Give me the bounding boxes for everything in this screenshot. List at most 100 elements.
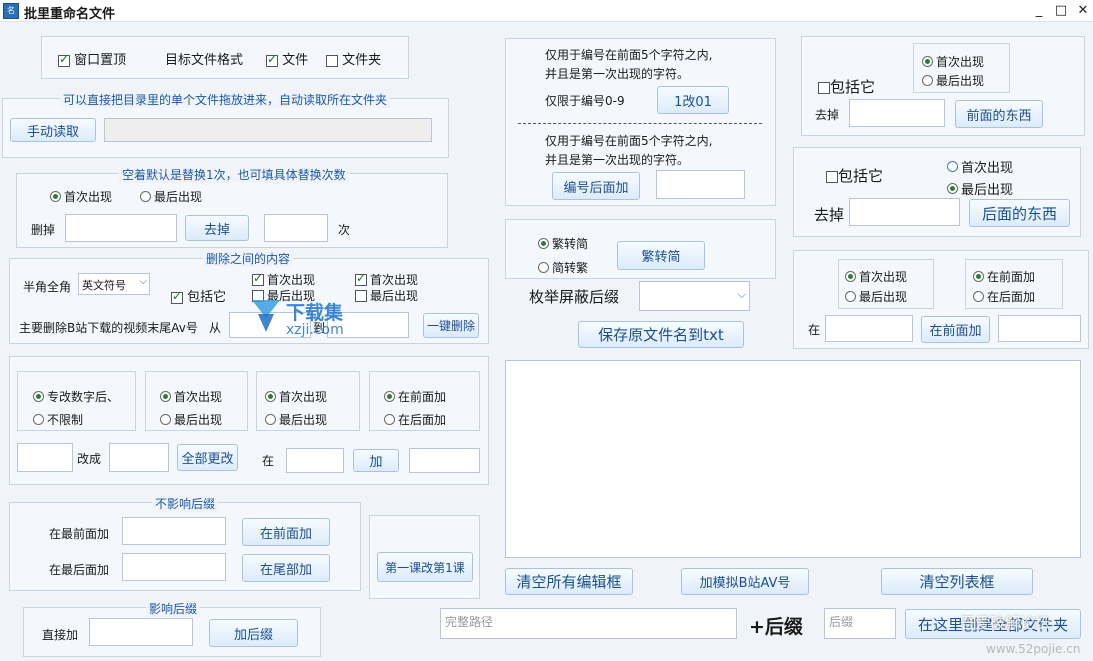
insert-text-field[interactable] <box>998 315 1081 342</box>
delete-text-field[interactable] <box>65 214 177 242</box>
between-left-first-option[interactable]: 首次出现 <box>252 271 315 288</box>
insert-back-option[interactable]: 在后面加 <box>973 288 1035 305</box>
maximize-button[interactable]: □ <box>1050 2 1072 20</box>
manual-read-button[interactable]: 手动读取 <box>10 118 96 142</box>
between-right-first-option[interactable]: 首次出现 <box>355 271 418 288</box>
change-to-field[interactable] <box>109 443 169 472</box>
number-first-radio-1[interactable] <box>160 391 171 402</box>
insert-back-radio[interactable] <box>973 291 984 302</box>
insert-front-radio[interactable] <box>973 271 984 282</box>
clear-list-button[interactable]: 清空列表框 <box>881 568 1033 595</box>
simp-to-trad-radio[interactable] <box>538 262 549 273</box>
replace-first-option[interactable]: 首次出现 <box>50 188 112 205</box>
suffix-field[interactable]: 后缀 <box>824 608 896 639</box>
between-right-last-option[interactable]: 最后出现 <box>355 287 418 304</box>
between-include-checkbox[interactable] <box>171 289 183 304</box>
file-checkbox[interactable] <box>266 52 278 67</box>
add-suffix-button[interactable]: 加后缀 <box>209 619 298 647</box>
suffix-add-field[interactable] <box>89 618 193 646</box>
replace-last-option[interactable]: 最后出现 <box>140 188 202 205</box>
folder-option[interactable]: 文件夹 <box>326 49 381 68</box>
number-first-option-1[interactable]: 首次出现 <box>160 388 222 405</box>
remove-after-first-option[interactable]: 首次出现 <box>947 157 1013 176</box>
number-add-front-radio[interactable] <box>384 391 395 402</box>
remove-before-last-option[interactable]: 最后出现 <box>922 72 984 89</box>
remove-after-field[interactable] <box>849 198 960 226</box>
remove-after-include-option[interactable]: 包括它 <box>826 165 883 186</box>
symbol-select[interactable]: 英文符号 ⌵ <box>78 273 150 295</box>
insert-last-radio[interactable] <box>845 291 856 302</box>
folder-path-field[interactable] <box>104 118 432 142</box>
remove-after-include-checkbox[interactable] <box>826 170 838 183</box>
trad-to-simp-radio[interactable] <box>538 238 549 249</box>
remove-before-first-option[interactable]: 首次出现 <box>922 53 984 70</box>
between-left-first-checkbox[interactable] <box>252 271 264 286</box>
replace-times-field[interactable] <box>264 214 328 242</box>
after-number-field[interactable] <box>656 170 745 199</box>
file-list-box[interactable] <box>505 360 1081 558</box>
remove-before-button[interactable]: 前面的东西 <box>955 100 1043 128</box>
minimize-button[interactable]: _ <box>1028 2 1050 20</box>
remove-after-last-radio[interactable] <box>947 183 958 194</box>
only-digits-option[interactable]: 专改数字后、 <box>33 388 119 405</box>
number-add-back-option[interactable]: 在后面加 <box>384 411 446 428</box>
front-add-field[interactable] <box>122 517 226 545</box>
number-add-back-radio[interactable] <box>384 414 395 425</box>
clear-edits-button[interactable]: 清空所有编辑框 <box>505 568 633 595</box>
save-names-button[interactable]: 保存原文件名到txt <box>578 321 744 348</box>
add-front-button[interactable]: 在前面加 <box>242 518 330 546</box>
between-include-option[interactable]: 包括它 <box>171 286 226 305</box>
remove-button[interactable]: 去掉 <box>185 215 249 241</box>
trad-to-simp-option[interactable]: 繁转简 <box>538 235 588 252</box>
remove-after-button[interactable]: 后面的东西 <box>969 199 1070 227</box>
number-add-text-field[interactable] <box>409 448 480 473</box>
pin-checkbox[interactable] <box>58 52 70 67</box>
folder-checkbox[interactable] <box>326 54 338 67</box>
remove-before-include-checkbox[interactable] <box>818 81 830 94</box>
insert-first-radio[interactable] <box>845 271 856 282</box>
mask-suffix-select[interactable]: ⌵ <box>639 281 750 311</box>
number-last-option-1[interactable]: 最后出现 <box>160 411 222 428</box>
insert-front-button[interactable]: 在前面加 <box>921 316 990 343</box>
simp-to-trad-option[interactable]: 简转繁 <box>538 259 588 276</box>
back-add-field[interactable] <box>122 553 226 581</box>
add-tail-button[interactable]: 在尾部加 <box>242 554 330 582</box>
pin-option[interactable]: 窗口置顶 <box>58 49 126 68</box>
remove-before-last-radio[interactable] <box>922 75 933 86</box>
remove-before-include-option[interactable]: 包括它 <box>818 76 875 97</box>
remove-after-last-option[interactable]: 最后出现 <box>947 179 1013 198</box>
full-path-field[interactable]: 完整路径 <box>440 608 737 639</box>
between-right-last-checkbox[interactable] <box>355 289 367 302</box>
replace-first-radio[interactable] <box>50 191 61 202</box>
convert-button[interactable]: 繁转简 <box>617 241 705 270</box>
one-click-delete-button[interactable]: 一键删除 <box>423 313 479 338</box>
change-from-field[interactable] <box>17 443 73 472</box>
replace-last-radio[interactable] <box>140 191 151 202</box>
number-position-field[interactable] <box>286 448 344 473</box>
number-last-option-2[interactable]: 最后出现 <box>265 411 327 428</box>
number-last-radio-1[interactable] <box>160 414 171 425</box>
file-option[interactable]: 文件 <box>266 49 308 68</box>
number-add-button[interactable]: 加 <box>353 449 399 472</box>
no-limit-radio[interactable] <box>33 414 44 425</box>
close-button[interactable]: ✕ <box>1072 2 1093 20</box>
remove-after-first-radio[interactable] <box>947 161 958 172</box>
insert-position-field[interactable] <box>825 315 913 342</box>
pad-number-button[interactable]: 1改01 <box>657 86 729 114</box>
number-add-front-option[interactable]: 在前面加 <box>384 388 446 405</box>
only-digits-radio[interactable] <box>33 391 44 402</box>
no-limit-option[interactable]: 不限制 <box>33 411 83 428</box>
add-av-number-button[interactable]: 加模拟B站AV号 <box>681 568 809 595</box>
insert-first-option[interactable]: 首次出现 <box>845 268 907 285</box>
number-last-radio-2[interactable] <box>265 414 276 425</box>
number-first-radio-2[interactable] <box>265 391 276 402</box>
insert-front-option[interactable]: 在前面加 <box>973 268 1035 285</box>
remove-before-field[interactable] <box>849 99 945 127</box>
insert-last-option[interactable]: 最后出现 <box>845 288 907 305</box>
change-all-button[interactable]: 全部更改 <box>177 444 238 471</box>
lesson-rename-button[interactable]: 第一课改第1课 <box>377 552 473 582</box>
append-after-number-button[interactable]: 编号后面加 <box>552 172 640 200</box>
remove-before-first-radio[interactable] <box>922 56 933 67</box>
between-right-first-checkbox[interactable] <box>355 271 367 286</box>
number-first-option-2[interactable]: 首次出现 <box>265 388 327 405</box>
